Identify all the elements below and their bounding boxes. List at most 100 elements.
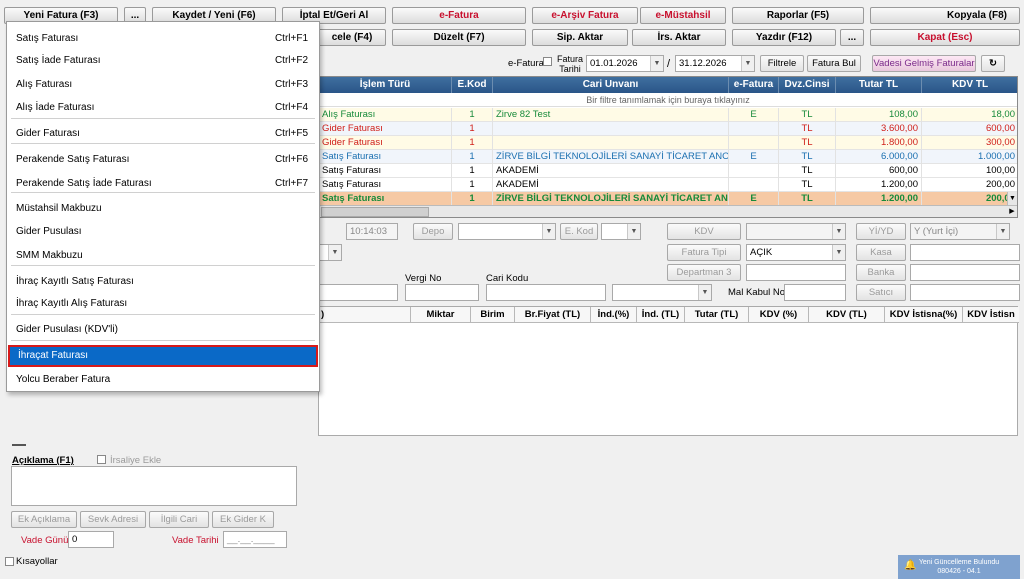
kdv-field[interactable]: ▼ [746, 223, 846, 240]
col-ekod[interactable]: E.Kod [452, 77, 493, 93]
more2-button[interactable]: ... [840, 29, 864, 46]
update-notice[interactable]: 🔔 Yeni Güncelleme Bulundu 080426 - 04.1 [898, 555, 1020, 579]
raporlar-button[interactable]: Raporlar (F5) [732, 7, 864, 24]
fatura-tipi-button[interactable]: Fatura Tipi [667, 244, 741, 261]
detail-col-kdv-tl[interactable]: KDV (TL) [809, 307, 885, 323]
sevk-adresi-button[interactable]: Sevk Adresi [80, 511, 146, 528]
menu-item[interactable]: Perakende Satış Faturası Ctrl+F6 [8, 149, 318, 171]
left-input-field[interactable] [318, 284, 398, 301]
detail-col-0[interactable]: ) [319, 307, 411, 323]
kdv-button[interactable]: KDV [667, 223, 741, 240]
chevron-down-icon[interactable]: ▼ [650, 56, 663, 71]
detail-col-kdv-istisna[interactable]: KDV İstisna(%) [885, 307, 963, 323]
menu-item[interactable]: Perakende Satış İade Faturası Ctrl+F7 [8, 173, 318, 195]
menu-item[interactable]: Alış Faturası Ctrl+F3 [8, 74, 318, 96]
kopyala-button[interactable]: Kopyala (F8) [870, 7, 1020, 24]
chevron-right-icon[interactable]: ▶ [1007, 206, 1017, 217]
table-row[interactable]: Alış Faturası 1 Zirve 82 Test E TL 108,00 18,0… [319, 108, 1017, 122]
left-combo-field[interactable]: ▼ [318, 244, 342, 261]
menu-item[interactable]: SMM Makbuzu [8, 245, 318, 267]
menu-item[interactable]: İhraç Kayıtlı Alış Faturası [8, 293, 318, 315]
yazdir-button[interactable]: Yazdır (F12) [732, 29, 836, 46]
detail-col-kdv-istisn[interactable]: KDV İstisn [963, 307, 1019, 323]
detail-col-ind-pct[interactable]: İnd.(%) [591, 307, 637, 323]
detail-col-birim[interactable]: Birim [471, 307, 515, 323]
fatura-bul-button[interactable]: Fatura Bul [807, 55, 861, 72]
ilgili-cari-button[interactable]: İlgili Cari [149, 511, 209, 528]
filtrele-button[interactable]: Filtrele [760, 55, 804, 72]
table-row[interactable]: Satış Faturası 1 AKADEMİ TL 600,00 100,00 [319, 164, 1017, 178]
aciklama-textarea[interactable] [11, 466, 297, 506]
chevron-down-icon[interactable]: ▼ [328, 245, 341, 260]
table-row[interactable]: Gider Faturası 1 TL 1.800,00 300,00 [319, 136, 1017, 150]
depo-field[interactable]: ▼ [458, 223, 556, 240]
banka-field[interactable] [910, 264, 1020, 281]
ekod-button[interactable]: E. Kod [560, 223, 598, 240]
refresh-icon[interactable]: ↻ [981, 55, 1005, 72]
departman-button[interactable]: Departman 3 [667, 264, 741, 281]
menu-item[interactable]: Alış İade Faturası Ctrl+F4 [8, 97, 318, 119]
kasa-field[interactable] [910, 244, 1020, 261]
horizontal-scrollbar[interactable]: ▶ [319, 205, 1017, 217]
col-cari-unvani[interactable]: Cari Unvanı [493, 77, 729, 93]
efatura-button[interactable]: e-Fatura [392, 7, 526, 24]
cari-kodu-field[interactable] [486, 284, 606, 301]
menu-item[interactable]: Gider Pusulası [8, 221, 318, 243]
scroll-thumb[interactable] [321, 207, 429, 217]
yiyd-button[interactable]: Yİ/YD [856, 223, 906, 240]
table-row[interactable]: Satış Faturası 1 AKADEMİ TL 1.200,00 200,00 [319, 178, 1017, 192]
vade-gunu-field[interactable]: 0 [68, 531, 114, 548]
departman-field[interactable] [746, 264, 846, 281]
menu-item[interactable]: Müstahsil Makbuzu [8, 198, 318, 220]
chevron-down-icon[interactable]: ▼ [832, 245, 845, 260]
incele-button[interactable]: celе (F4) [318, 29, 386, 46]
menu-item[interactable]: Gider Faturası Ctrl+F5 [8, 123, 318, 145]
fatura-tipi-field[interactable]: AÇIK ▼ [746, 244, 846, 261]
yurt-ici-field[interactable]: Y (Yurt İçi) ▼ [910, 223, 1010, 240]
table-row[interactable]: Gider Faturası 1 TL 3.600,00 600,00 [319, 122, 1017, 136]
vergi-no-field[interactable] [405, 284, 479, 301]
fatura-tarihi-checkbox[interactable] [543, 57, 552, 66]
duzelt-button[interactable]: Düzelt (F7) [392, 29, 526, 46]
grid-filter-row[interactable]: Bir filtre tanımlamak için buraya tıklay… [319, 93, 1017, 107]
end-date-field[interactable]: 31.12.2026 ▼ [675, 55, 755, 72]
irs-aktar-button[interactable]: İrs. Aktar [632, 29, 726, 46]
menu-item[interactable]: İhraç Kayıtlı Satış Faturası [8, 271, 318, 293]
detail-col-ind-tl[interactable]: İnd. (TL) [637, 307, 685, 323]
table-row[interactable]: Satış Faturası 1 ZİRVE BİLGİ TEKNOLOJİLERİ… [319, 150, 1017, 164]
chevron-down-icon[interactable]: ▼ [698, 285, 711, 300]
sip-aktar-button[interactable]: Sip. Aktar [532, 29, 628, 46]
vade-tarihi-field[interactable]: __.__.____ [223, 531, 287, 548]
ekod-field[interactable]: ▼ [601, 223, 641, 240]
irsaliye-checkbox[interactable] [97, 455, 106, 464]
satici-button[interactable]: Satıcı [856, 284, 906, 301]
depo-button[interactable]: Depo [413, 223, 453, 240]
menu-item[interactable]: Satış İade Faturası Ctrl+F2 [8, 50, 318, 72]
detail-col-brfiyat[interactable]: Br.Fiyat (TL) [515, 307, 591, 323]
detail-col-tutar[interactable]: Tutar (TL) [685, 307, 749, 323]
col-efatura[interactable]: e-Fatura [729, 77, 779, 93]
banka-button[interactable]: Banka [856, 264, 906, 281]
emustahsil-button[interactable]: e-Müstahsil [640, 7, 726, 24]
col-kdv-tl[interactable]: KDV TL [922, 77, 1017, 93]
satici-field[interactable] [910, 284, 1020, 301]
col-dvz-cinsi[interactable]: Dvz.Cinsi [779, 77, 836, 93]
earsiv-button[interactable]: e-Arşiv Fatura [532, 7, 638, 24]
menu-item[interactable]: Yolcu Beraber Fatura [8, 369, 318, 391]
chevron-down-icon[interactable]: ▼ [1007, 192, 1017, 206]
chevron-down-icon[interactable]: ▼ [832, 224, 845, 239]
menu-item[interactable]: İhraçat Faturası [8, 345, 318, 367]
time-field[interactable]: 10:14:03 [346, 223, 398, 240]
collapse-handle[interactable] [12, 444, 26, 446]
kapat-button[interactable]: Kapat (Esc) [870, 29, 1020, 46]
chevron-down-icon[interactable]: ▼ [542, 224, 555, 239]
vadesi-button[interactable]: Vadesi Gelmiş Faturalar [872, 55, 976, 72]
mal-kabul-no-field[interactable] [784, 284, 846, 301]
ek-gider-button[interactable]: Ek Gider K [212, 511, 274, 528]
kasa-button[interactable]: Kasa [856, 244, 906, 261]
cari-combo-field[interactable]: ▼ [612, 284, 712, 301]
chevron-down-icon[interactable]: ▼ [627, 224, 640, 239]
menu-item[interactable]: Satış Faturası Ctrl+F1 [8, 28, 318, 50]
chevron-down-icon[interactable]: ▼ [996, 224, 1009, 239]
col-islem-turu[interactable]: İşlem Türü [319, 77, 452, 93]
